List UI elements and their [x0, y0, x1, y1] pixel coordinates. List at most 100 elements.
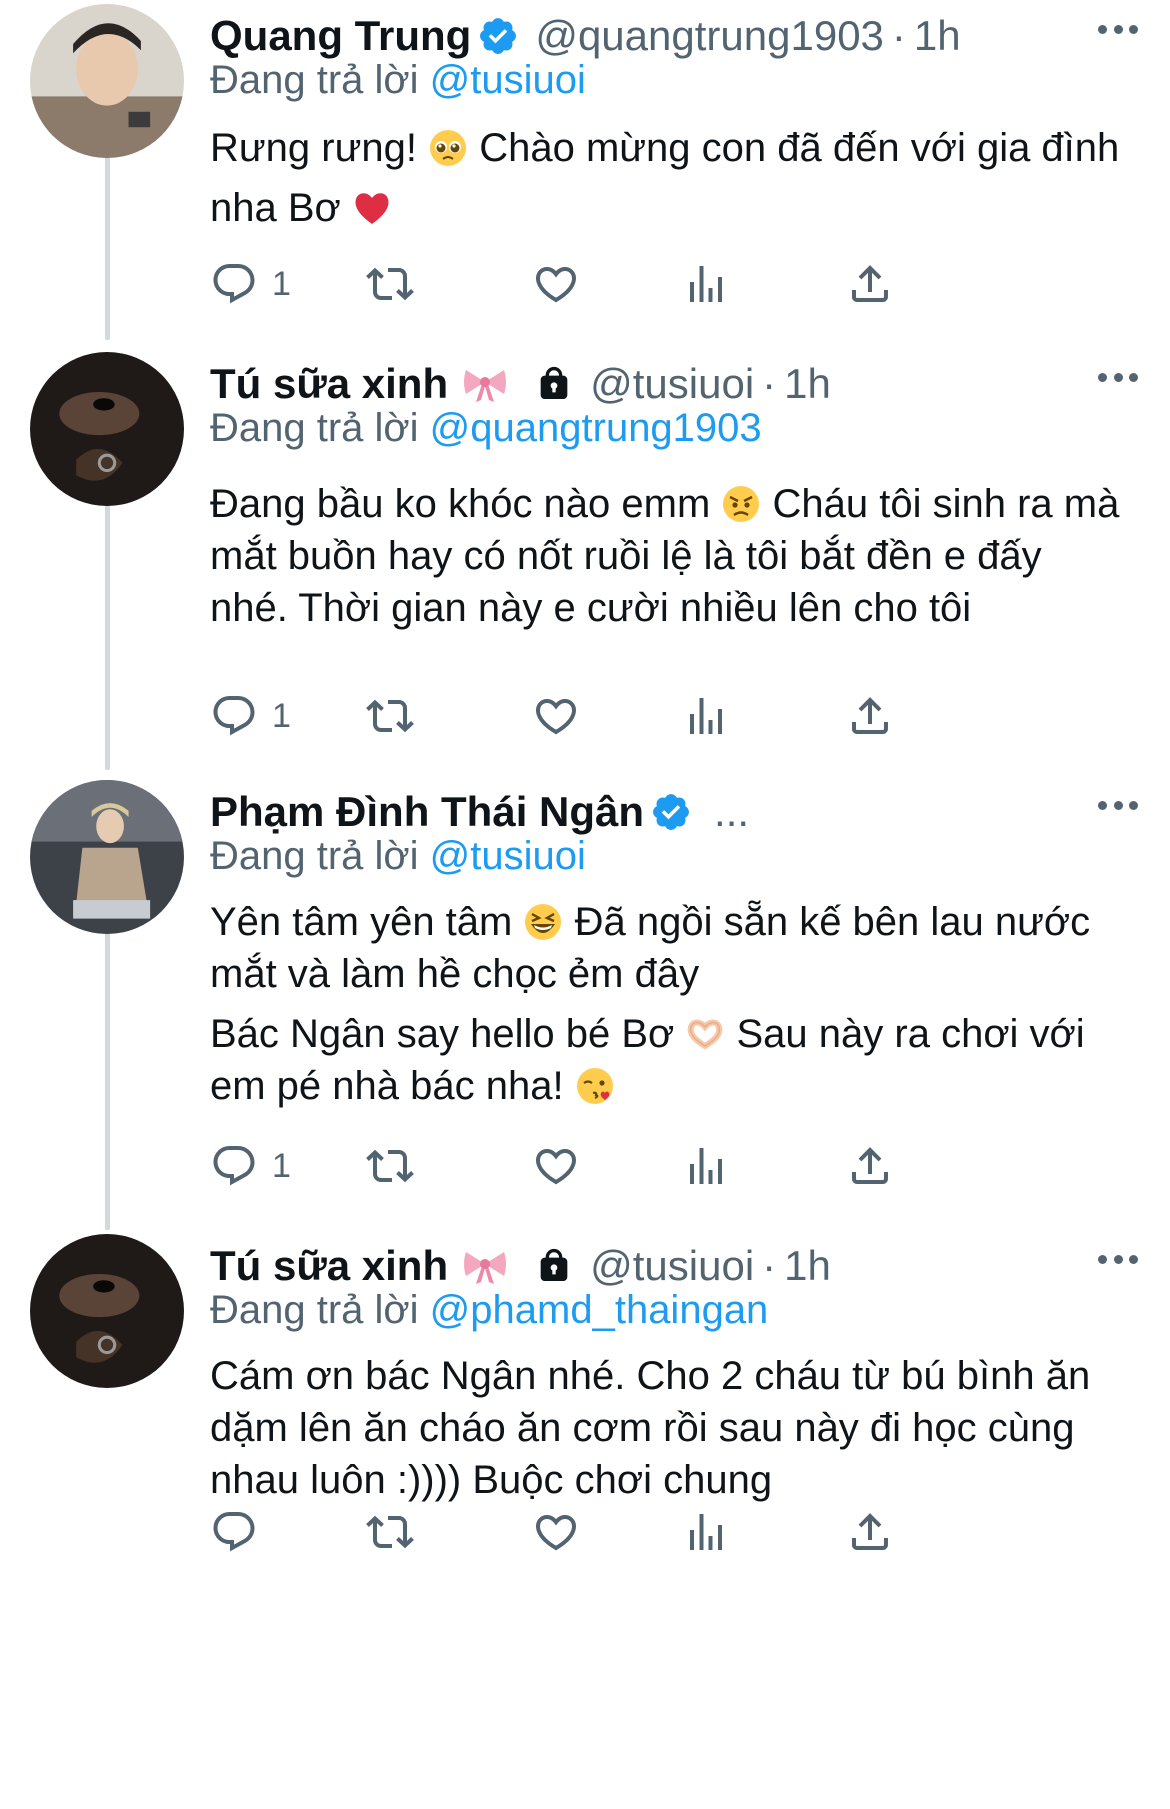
reply-button[interactable]: 1 [210, 254, 291, 314]
text-segment: Yên tâm yên tâm [210, 900, 524, 944]
tweet-text: Đang bầu ko khóc nào emm Cháu tôi sinh r… [210, 478, 1120, 634]
replying-mention[interactable]: @phamd_thaingan [430, 1288, 769, 1332]
action-bar: 1 [210, 1136, 1030, 1196]
replying-mention[interactable]: @tusiuoi [430, 58, 586, 102]
separator-dot: · [891, 12, 906, 59]
more-options-icon[interactable] [1098, 790, 1138, 820]
separator-dot: · [762, 1242, 777, 1289]
timestamp[interactable]: 1h [914, 12, 961, 60]
tweet-header: Tú sữa xinh @tusiuoi · 1h [210, 1240, 1170, 1292]
reply-button[interactable]: 1 [210, 1136, 291, 1196]
replying-mention[interactable]: @tusiuoi [430, 834, 586, 878]
separator-dot: · [762, 360, 777, 407]
display-name[interactable]: Phạm Đình Thái Ngân [210, 788, 644, 836]
like-button[interactable] [532, 686, 580, 746]
share-button[interactable] [846, 254, 894, 314]
pleading-face-icon [428, 128, 468, 168]
replying-to: Đang trả lời @tusiuoi [210, 58, 586, 103]
tweet-paragraph: Rưng rưng! Chào mừng con đã đến với gia … [210, 118, 1120, 238]
ribbon-icon [462, 364, 508, 404]
retweet-icon [366, 1508, 414, 1556]
lock-icon [534, 1245, 574, 1287]
views-button[interactable] [682, 686, 730, 746]
text-segment: Đang bầu ko khóc nào emm [210, 482, 722, 526]
display-name[interactable]: Quang Trung [210, 12, 471, 60]
reply-count: 1 [272, 264, 291, 303]
retweet-icon [366, 692, 414, 740]
avatar[interactable] [30, 1234, 184, 1388]
avatar[interactable] [30, 780, 184, 934]
bar-chart-icon [682, 260, 730, 308]
tweet[interactable]: Tú sữa xinh @tusiuoi · 1h Đang trả lời @… [0, 348, 1170, 768]
tweet[interactable]: Quang Trung @quangtrung1903 · 1h Đang tr… [0, 0, 1170, 340]
reply-icon [210, 1142, 258, 1190]
tweet-header: Phạm Đình Thái Ngân ... [210, 786, 1170, 838]
more-options-icon[interactable] [1098, 362, 1138, 392]
replying-to: Đang trả lời @tusiuoi [210, 834, 586, 879]
more-options-icon[interactable] [1098, 14, 1138, 44]
retweet-button[interactable] [366, 1502, 414, 1562]
bar-chart-icon [682, 1142, 730, 1190]
views-button[interactable] [682, 254, 730, 314]
text-segment: Rưng rưng! [210, 126, 429, 170]
share-button[interactable] [846, 1136, 894, 1196]
avatar[interactable] [30, 352, 184, 506]
share-button[interactable] [846, 1502, 894, 1562]
tweet[interactable]: Tú sữa xinh @tusiuoi · 1h Đang trả lời @… [0, 1230, 1170, 1809]
display-name[interactable]: Tú sữa xinh [210, 1242, 448, 1290]
face-blowing-kiss-icon [575, 1066, 615, 1106]
tweet-header: Quang Trung @quangtrung1903 · 1h [210, 10, 1170, 62]
tweet-text: Cám ơn bác Ngân nhé. Cho 2 cháu từ bú bì… [210, 1350, 1120, 1506]
angry-face-icon [721, 484, 761, 524]
action-bar: 1 [210, 686, 1030, 746]
share-icon [846, 1508, 894, 1556]
tweet-paragraph: Yên tâm yên tâm Đã ngồi sẵn kế bên lau n… [210, 896, 1120, 1000]
tweet-text: Rưng rưng! Chào mừng con đã đến với gia … [210, 118, 1120, 238]
replying-label: Đang trả lời [210, 834, 419, 878]
handle[interactable]: @tusiuoi [590, 1242, 754, 1290]
reply-button[interactable] [210, 1502, 272, 1562]
tweet-paragraph: Cám ơn bác Ngân nhé. Cho 2 cháu từ bú bì… [210, 1350, 1120, 1506]
views-button[interactable] [682, 1502, 730, 1562]
retweet-button[interactable] [366, 686, 414, 746]
handle[interactable]: @quangtrung1903 [535, 12, 884, 60]
verified-badge-icon [650, 791, 692, 833]
share-button[interactable] [846, 686, 894, 746]
heart-hands-icon [685, 1014, 725, 1054]
heart-icon [532, 1142, 580, 1190]
text-segment: Cám ơn bác Ngân nhé. Cho 2 cháu từ bú bì… [210, 1354, 1091, 1502]
replying-to: Đang trả lời @phamd_thaingan [210, 1288, 768, 1333]
replying-mention[interactable]: @quangtrung1903 [430, 406, 762, 450]
display-name[interactable]: Tú sữa xinh [210, 360, 448, 408]
retweet-icon [366, 260, 414, 308]
tweet-text: Yên tâm yên tâm Đã ngồi sẵn kế bên lau n… [210, 896, 1120, 1112]
retweet-button[interactable] [366, 1136, 414, 1196]
avatar[interactable] [30, 4, 184, 158]
timestamp[interactable]: 1h [784, 1242, 831, 1290]
handle[interactable]: ... [714, 788, 749, 836]
replying-to: Đang trả lời @quangtrung1903 [210, 406, 762, 451]
reply-button[interactable]: 1 [210, 686, 291, 746]
tweet-paragraph: Đang bầu ko khóc nào emm Cháu tôi sinh r… [210, 478, 1120, 634]
timestamp[interactable]: 1h [784, 360, 831, 408]
handle[interactable]: @tusiuoi [590, 360, 754, 408]
tweet[interactable]: Phạm Đình Thái Ngân ... Đang trả lời @tu… [0, 776, 1170, 1216]
more-options-icon[interactable] [1098, 1244, 1138, 1274]
action-bar: 1 [210, 254, 1030, 314]
tweet-paragraph: Bác Ngân say hello bé Bơ Sau này ra chơi… [210, 1008, 1120, 1112]
verified-badge-icon [477, 15, 519, 57]
retweet-button[interactable] [366, 254, 414, 314]
retweet-icon [366, 1142, 414, 1190]
share-icon [846, 1142, 894, 1190]
reply-icon [210, 692, 258, 740]
like-button[interactable] [532, 1136, 580, 1196]
reply-count: 1 [272, 1146, 291, 1185]
views-button[interactable] [682, 1136, 730, 1196]
grinning-squinting-face-icon [523, 902, 563, 942]
replying-label: Đang trả lời [210, 406, 419, 450]
like-button[interactable] [532, 1502, 580, 1562]
like-button[interactable] [532, 254, 580, 314]
reply-icon [210, 260, 258, 308]
tweet-header: Tú sữa xinh @tusiuoi · 1h [210, 358, 1170, 410]
share-icon [846, 692, 894, 740]
